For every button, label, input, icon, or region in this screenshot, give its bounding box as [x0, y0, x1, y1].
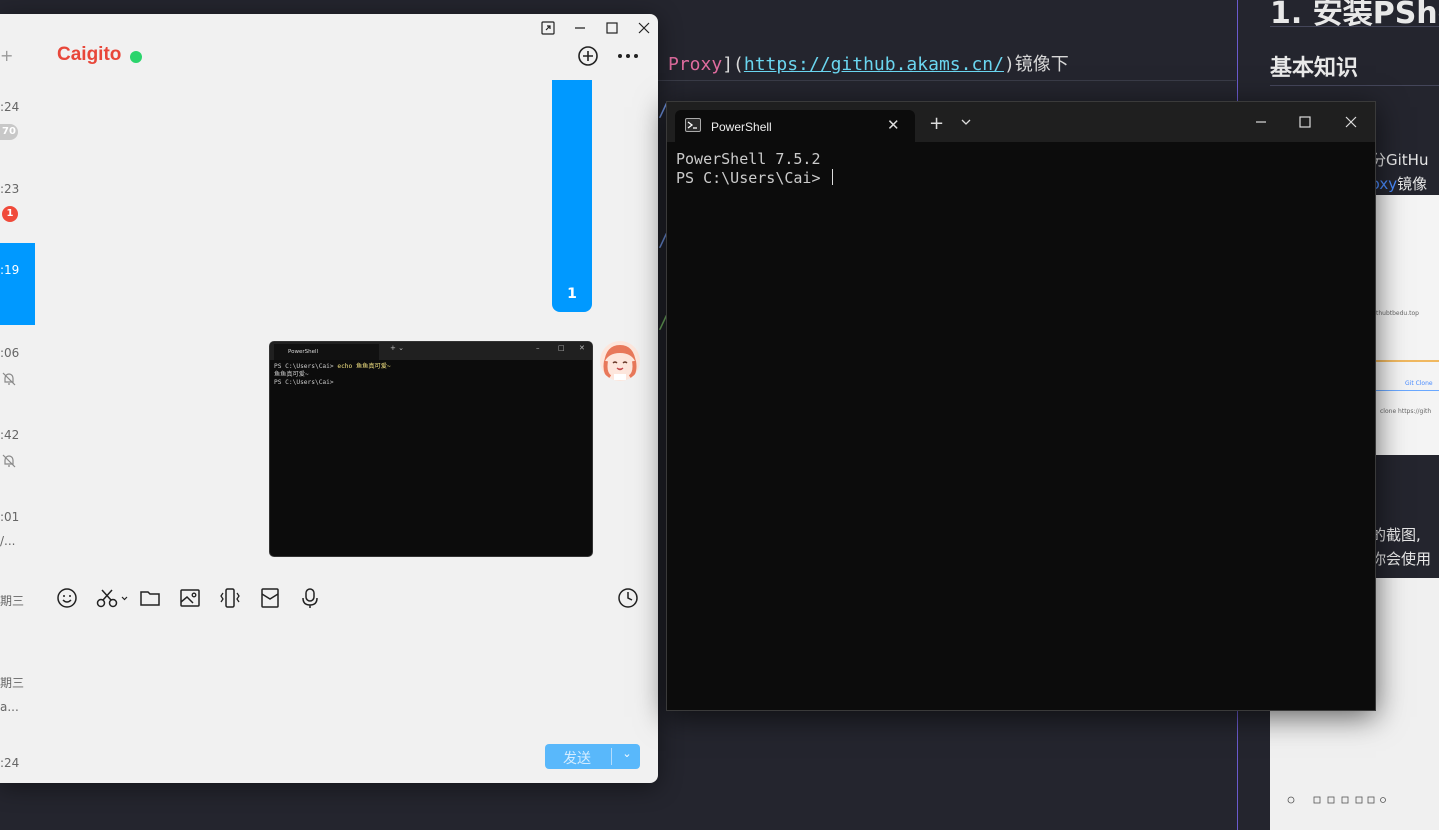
conversation-time: :42 [0, 428, 20, 442]
anime-avatar-image [600, 341, 640, 381]
online-status-dot [130, 51, 142, 63]
close-icon[interactable] [1343, 114, 1359, 130]
folder-icon[interactable] [139, 587, 161, 609]
editor-punct: ]( [722, 54, 744, 75]
image-icon[interactable] [179, 587, 201, 609]
conversation-time: :24 [0, 756, 20, 770]
unread-badge: 70 [0, 124, 18, 140]
mini-terminal-tab: PowerShell [274, 344, 379, 360]
more-options-icon[interactable] [616, 44, 640, 68]
conversation-list[interactable]: + :24 70 :23 1 :19 :06 :42 :01 /... 期三 期… [0, 14, 36, 783]
minimize-icon[interactable] [1253, 114, 1269, 130]
add-icon[interactable]: + [0, 46, 13, 65]
mini-terminal-output: PS C:\Users\Cai> echo 鱼鱼真可爱~ 鱼鱼真可爱~ PS C… [274, 363, 588, 387]
mini-terminal-titlebar: PowerShell + ⌄ – □ ✕ [270, 342, 592, 360]
mini-output-line: 鱼鱼真可爱~ [274, 371, 309, 378]
powershell-icon [685, 118, 701, 132]
powershell-window[interactable]: PowerShell ✕ + PowerShell 7.5.2 PS C:\Us… [666, 101, 1376, 711]
doc-image-text: clone https://gith [1380, 408, 1432, 415]
conversation-time: 期三 [0, 594, 25, 608]
history-clock-icon[interactable] [617, 587, 639, 609]
add-member-icon[interactable] [576, 44, 600, 68]
terminal-tab[interactable]: PowerShell ✕ [675, 110, 915, 142]
maximize-icon[interactable] [1297, 114, 1313, 130]
message-bubble[interactable]: 1 [552, 80, 592, 312]
conversation-snippet: a... [0, 700, 19, 714]
message-text: 1 [567, 286, 577, 302]
conversation-time: :19 [0, 263, 20, 277]
avatar[interactable] [600, 341, 640, 381]
red-envelope-icon[interactable] [259, 587, 281, 609]
doc-heading-2: 基本知识 [1270, 56, 1359, 81]
close-icon[interactable] [634, 18, 654, 38]
doc-divider [1270, 26, 1439, 27]
doc-image-text: thubtbedu.top [1376, 310, 1419, 317]
conversation-time: 期三 [0, 676, 25, 690]
mute-bell-icon [2, 372, 16, 386]
conversation-time: :01 [0, 510, 20, 524]
chevron-down-icon[interactable]: ⌄ [617, 747, 637, 760]
text-cursor [831, 169, 833, 185]
chevron-down-icon[interactable] [959, 116, 973, 128]
conversation-time: :06 [0, 346, 20, 360]
conversation-snippet: /... [0, 534, 16, 548]
editor-url-link[interactable]: https://github.akams.cn/ [744, 54, 1004, 75]
mute-bell-icon [2, 454, 16, 468]
close-tab-icon[interactable]: ✕ [887, 116, 900, 134]
conversation-time: :23 [0, 182, 20, 196]
minimize-icon[interactable] [570, 18, 590, 38]
qq-chat-window: + :24 70 :23 1 :19 :06 :42 :01 /... 期三 期… [0, 14, 658, 783]
screenshot-scissors-icon[interactable] [96, 587, 128, 609]
mini-maximize-icon: □ [558, 344, 565, 352]
terminal-titlebar[interactable]: PowerShell ✕ + [667, 102, 1375, 142]
conversation-time: :24 [0, 100, 20, 114]
editor-tail: )镜像下 [1003, 54, 1069, 75]
send-button-label: 发送 [563, 751, 591, 767]
terminal-prompt: PS C:\Users\Cai> [676, 169, 830, 187]
vibrate-shake-icon[interactable] [219, 587, 241, 609]
message-image-screenshot[interactable]: PowerShell + ⌄ – □ ✕ PS C:\Users\Cai> ec… [269, 341, 593, 557]
doc-paragraph-text: 镜像 [1397, 175, 1428, 193]
doc-divider [1270, 85, 1439, 86]
mini-close-icon: ✕ [579, 344, 585, 352]
emoji-icon[interactable] [56, 587, 78, 609]
send-button[interactable]: 发送 ⌄ [545, 744, 640, 769]
unread-badge: 1 [2, 206, 18, 222]
microphone-icon[interactable] [299, 587, 321, 609]
pin-window-icon[interactable] [538, 18, 558, 38]
contact-name: Caigito [57, 44, 122, 65]
mini-new-tab-icon: + ⌄ [390, 344, 404, 352]
mini-prompt: PS C:\Users\Cai> [274, 363, 338, 370]
mini-minimize-icon: – [536, 344, 540, 352]
mini-prompt: PS C:\Users\Cai> [274, 379, 334, 386]
editor-keyword: Proxy [668, 54, 723, 75]
terminal-tab-label: PowerShell [711, 120, 772, 134]
editor-divider [658, 80, 1236, 81]
editor-code-line: Proxy](https://github.akams.cn/)镜像下 [668, 50, 1069, 76]
send-separator [611, 748, 612, 765]
mini-command: echo 鱼鱼真可爱~ [337, 363, 391, 370]
new-tab-icon[interactable]: + [929, 113, 944, 134]
doc-image-text: Git Clone [1405, 380, 1433, 387]
maximize-icon[interactable] [602, 18, 622, 38]
doc-heading-1: 1. 安装PSho [1270, 0, 1439, 31]
terminal-output[interactable]: PowerShell 7.5.2 PS C:\Users\Cai> [676, 150, 833, 188]
terminal-version-line: PowerShell 7.5.2 [676, 150, 821, 168]
active-conversation-item[interactable]: :19 [0, 243, 35, 325]
